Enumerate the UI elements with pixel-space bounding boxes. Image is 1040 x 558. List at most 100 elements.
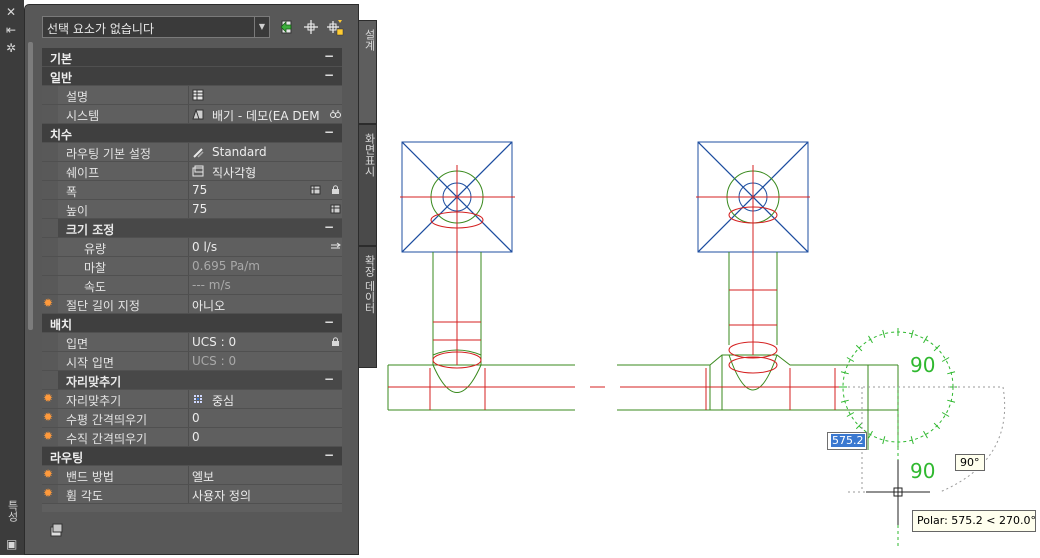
quick-select-icon[interactable] [326, 18, 344, 36]
collapse-icon[interactable]: − [324, 315, 334, 329]
palette-menu-icon[interactable]: ▣ [6, 538, 17, 550]
property-label: 시스템 [66, 109, 100, 123]
category-header[interactable]: 일반 − [42, 67, 342, 86]
property-row[interactable]: ✹ 밴드 방법 엘보 [42, 466, 342, 485]
rectangle-shape-icon [192, 165, 204, 177]
property-label: 라우팅 기본 설정 [66, 147, 151, 161]
property-value[interactable]: 배기 - 데모(EA DEM [212, 107, 320, 124]
collapse-icon[interactable]: − [324, 125, 334, 139]
property-row[interactable]: 유량 0 l/s [42, 238, 342, 257]
lock-icon[interactable] [330, 184, 341, 195]
chevron-down-icon[interactable]: ▼ [254, 17, 269, 37]
category-label: 배치 [50, 318, 73, 332]
binoculars-icon[interactable] [330, 108, 341, 119]
tab-display[interactable]: 화면표시 [359, 124, 377, 246]
property-value[interactable]: 아니오 [192, 297, 225, 314]
property-row[interactable]: ✹ 수직 간격띄우기 0 [42, 428, 342, 447]
category-label: 크기 조정 [66, 223, 115, 237]
property-value[interactable]: UCS : 0 [192, 335, 236, 349]
property-value: UCS : 0 [192, 354, 237, 368]
property-label: 설명 [66, 90, 89, 104]
property-row[interactable]: ✹ 수평 간격띄우기 0 [42, 409, 342, 428]
duct-network[interactable] [387, 170, 899, 450]
calc-icon[interactable] [330, 241, 341, 252]
row-gutter [42, 333, 58, 351]
property-value[interactable]: 직사각형 [212, 164, 256, 181]
drawing-canvas[interactable]: 90 90 [378, 0, 1040, 555]
collapse-icon[interactable]: − [324, 68, 334, 82]
column-divider [188, 295, 189, 313]
category-label: 라우팅 [50, 451, 84, 465]
polar-tick [941, 412, 950, 417]
property-row[interactable]: 마찰 0.695 Pa/m [42, 257, 342, 276]
row-gutter [42, 86, 58, 104]
category-header[interactable]: 배치 − [42, 314, 342, 333]
justify-grid-icon [194, 395, 202, 403]
property-row[interactable]: ✹ 휨 각도 사용자 정의 [42, 485, 342, 504]
property-row[interactable]: 시스템 배기 - 데모(EA DEM [42, 105, 342, 124]
property-sheet: 기본 − 일반 − 설명시스템 배기 - 데모(EA DEM 치수 − 라우팅 기본 설정 Sta… [42, 48, 342, 512]
palette-scrollbar[interactable] [28, 42, 33, 330]
selection-dropdown[interactable]: 선택 요소가 없습니다 ▼ [42, 16, 270, 38]
property-row[interactable]: 시작 입면 UCS : 0 [42, 352, 342, 371]
property-value[interactable]: 75 [192, 202, 207, 216]
polar-tick [941, 357, 950, 362]
property-value[interactable]: 0 l/s [192, 240, 217, 254]
dynamic-input-value: 575.2 [831, 434, 865, 447]
row-gutter [42, 238, 58, 256]
duct-layout-drawing[interactable]: 90 90 [378, 0, 1040, 555]
subcategory-header[interactable]: 자리맞추기 − [42, 371, 342, 390]
lock-icon[interactable] [330, 336, 341, 347]
property-value[interactable]: 0 [192, 411, 200, 425]
close-icon[interactable]: ✕ [6, 6, 16, 18]
row-gutter [42, 200, 58, 218]
property-sets-icon[interactable] [48, 522, 64, 538]
category-label: 일반 [50, 71, 73, 85]
toggle-pickadd-icon[interactable] [278, 18, 296, 36]
tab-design[interactable]: 설계 [359, 20, 377, 124]
subcategory-header[interactable]: 크기 조정 − [42, 219, 342, 238]
settings-icon[interactable]: ✲ [6, 42, 16, 54]
property-label: 절단 길이 지정 [66, 299, 140, 313]
duct-centerlines[interactable] [388, 165, 845, 410]
property-row[interactable]: 입면 UCS : 0 [42, 333, 342, 352]
property-value: 0.695 Pa/m [192, 259, 260, 273]
property-row[interactable]: 쉐이프 직사각형 [42, 162, 342, 181]
property-row[interactable]: 폭 75 [42, 181, 342, 200]
property-row[interactable]: ✹ 자리맞추기 중심 [42, 390, 342, 409]
property-row[interactable]: 높이 75 [42, 200, 342, 219]
tab-extended-data[interactable]: 확장 데이터 [359, 246, 377, 368]
property-label: 자리맞추기 [66, 394, 122, 408]
column-divider [188, 162, 189, 180]
category-header[interactable]: 라우팅 − [42, 447, 342, 466]
property-value[interactable]: 중심 [212, 392, 234, 409]
asterisk-icon: ✹ [43, 429, 54, 443]
category-header[interactable]: 치수 − [42, 124, 342, 143]
column-divider [188, 200, 189, 218]
auto-hide-icon[interactable]: ⇤ [6, 24, 16, 36]
property-value[interactable]: 0 [192, 430, 200, 444]
property-value[interactable]: 사용자 정의 [192, 487, 251, 504]
collapse-icon[interactable]: − [324, 448, 334, 462]
row-gutter [42, 143, 58, 161]
property-row[interactable]: 라우팅 기본 설정 Standard [42, 143, 342, 162]
property-row[interactable]: 속도 --- m/s [42, 276, 342, 295]
asterisk-icon: ✹ [43, 467, 54, 481]
asterisk-icon: ✹ [43, 410, 54, 424]
collapse-icon[interactable]: − [324, 220, 334, 234]
collapse-icon[interactable]: − [324, 372, 334, 386]
category-header[interactable]: 기본 − [42, 48, 342, 67]
property-value[interactable]: 엘보 [192, 468, 214, 485]
catalog-icon[interactable] [310, 184, 321, 195]
property-value[interactable]: 75 [192, 183, 207, 197]
property-row[interactable]: 설명 [42, 86, 342, 105]
collapse-icon[interactable]: − [324, 49, 334, 63]
property-value[interactable]: Standard [212, 145, 267, 159]
property-row[interactable]: ✹ 절단 길이 지정 아니오 [42, 295, 342, 314]
column-divider [188, 390, 189, 408]
row-gutter [42, 105, 58, 123]
select-objects-icon[interactable] [302, 18, 320, 36]
polar-tick [923, 335, 928, 344]
dynamic-input-field[interactable]: 575.2 [827, 432, 867, 450]
catalog-icon[interactable] [330, 203, 341, 214]
